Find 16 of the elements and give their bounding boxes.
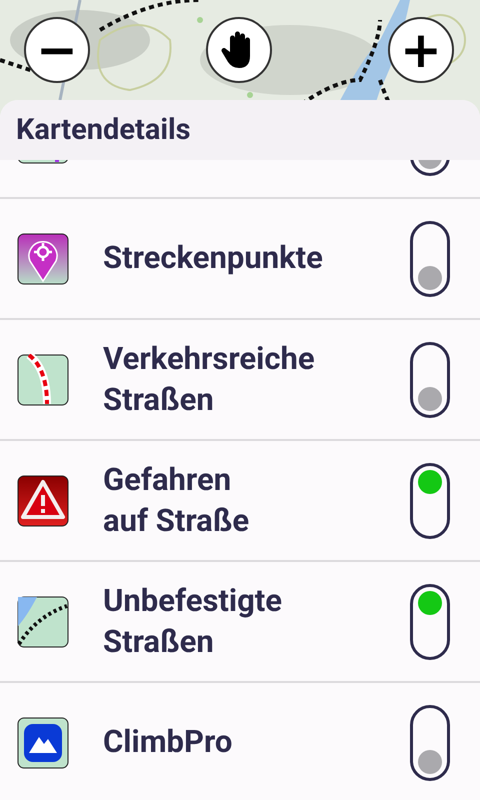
setting-label: ClimbPro — [103, 722, 234, 762]
toggle-switch[interactable] — [410, 704, 450, 780]
toggle-switch[interactable] — [410, 462, 450, 538]
toggle-switch[interactable] — [410, 342, 450, 418]
setting-label: Verkehrsreiche Straßen — [103, 339, 315, 420]
toggle-switch[interactable] — [410, 584, 450, 660]
warning-icon — [17, 474, 69, 526]
location-pin-icon — [17, 232, 69, 284]
toggle-switch[interactable] — [410, 220, 450, 296]
setting-label: Gefahren auf Straße — [103, 460, 250, 540]
panel-title: Kartendetails — [16, 113, 191, 147]
setting-label: Unbefestigte Straßen — [103, 581, 282, 662]
mountain-icon — [17, 716, 69, 768]
map-road-icon — [17, 354, 69, 406]
map-road-icon — [17, 596, 69, 648]
setting-label: Streckenpunkte — [103, 238, 323, 278]
